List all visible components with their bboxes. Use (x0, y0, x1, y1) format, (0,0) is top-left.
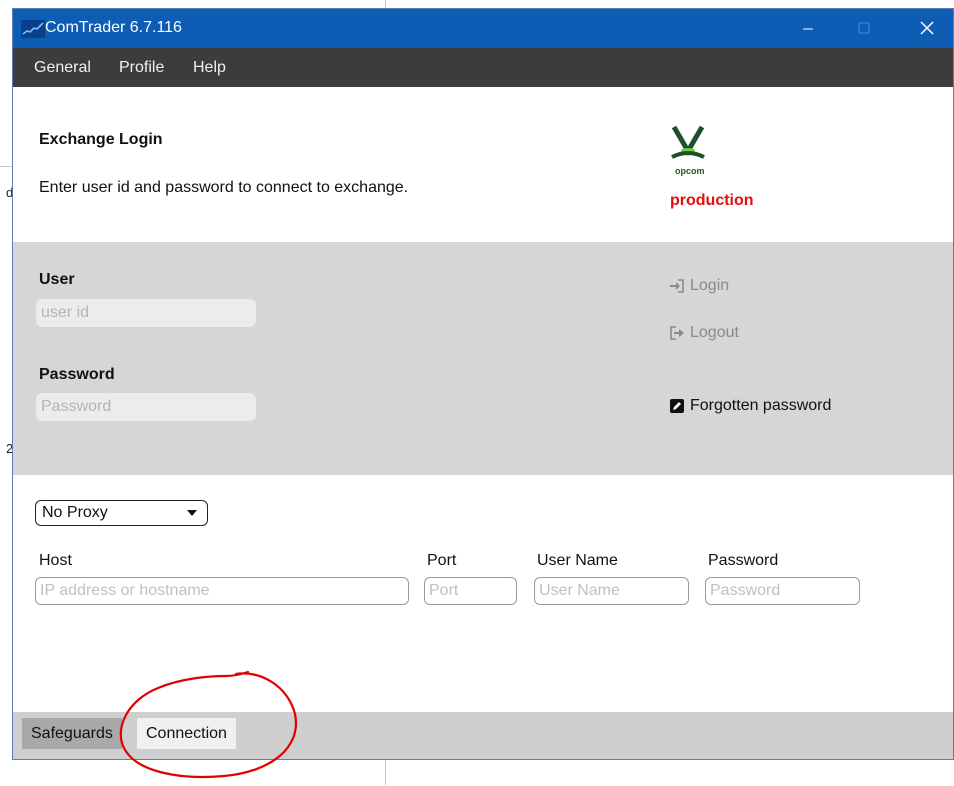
proxy-type-value: No Proxy (42, 504, 108, 521)
maximize-icon[interactable] (841, 9, 887, 48)
forgotten-password-link[interactable]: Forgotten password (669, 397, 831, 415)
minimize-icon[interactable] (785, 9, 831, 48)
login-icon (670, 279, 684, 293)
menu-bar: General Profile Help (13, 48, 953, 87)
user-id-input[interactable] (36, 299, 256, 327)
login-button[interactable]: Login (669, 277, 729, 295)
proxy-username-input[interactable] (534, 577, 689, 605)
title-bar: ComTrader 6.7.116 (13, 9, 953, 48)
proxy-section: No Proxy Host Port User Name Password (13, 475, 953, 712)
background-divider (0, 166, 12, 167)
opcom-logo-icon (671, 125, 705, 159)
user-label: User (39, 271, 75, 288)
port-label: Port (427, 552, 457, 569)
tab-safeguards-label: Safeguards (31, 724, 113, 742)
proxy-type-select[interactable]: No Proxy (35, 500, 208, 526)
proxy-username-label: User Name (537, 552, 618, 569)
background-divider (385, 0, 386, 8)
close-icon[interactable] (903, 9, 949, 48)
page-title: Exchange Login (39, 131, 163, 148)
password-input[interactable] (36, 393, 256, 421)
tab-connection[interactable]: Connection (137, 718, 236, 749)
forgotten-password-label: Forgotten password (690, 397, 832, 414)
tab-safeguards[interactable]: Safeguards (22, 718, 122, 749)
environment-label: production (670, 192, 754, 209)
chevron-down-icon (187, 510, 197, 516)
login-header: Exchange Login Enter user id and passwor… (13, 87, 953, 242)
login-label: Login (690, 277, 730, 294)
tab-connection-label: Connection (146, 724, 227, 742)
menu-help[interactable]: Help (193, 59, 226, 77)
login-panel: User Password Login Logout Forgotten pas… (13, 242, 953, 475)
port-input[interactable] (424, 577, 517, 605)
proxy-password-input[interactable] (705, 577, 860, 605)
logout-button[interactable]: Logout (669, 324, 739, 342)
window-title: ComTrader 6.7.116 (45, 19, 182, 36)
proxy-password-label: Password (708, 552, 779, 569)
app-chart-icon (21, 20, 45, 38)
comtrader-window: ComTrader 6.7.116 General Profile Help E… (12, 8, 954, 760)
host-label: Host (39, 552, 72, 569)
logout-icon (670, 326, 684, 340)
host-input[interactable] (35, 577, 409, 605)
edit-icon (670, 399, 684, 413)
password-label: Password (39, 366, 115, 383)
page-description: Enter user id and password to connect to… (39, 179, 409, 196)
logout-label: Logout (690, 324, 739, 341)
logo-text: opcom (675, 166, 705, 176)
menu-profile[interactable]: Profile (119, 59, 164, 77)
background-divider (385, 760, 386, 785)
tab-bar: Safeguards Connection (13, 712, 953, 759)
menu-general[interactable]: General (34, 59, 91, 77)
